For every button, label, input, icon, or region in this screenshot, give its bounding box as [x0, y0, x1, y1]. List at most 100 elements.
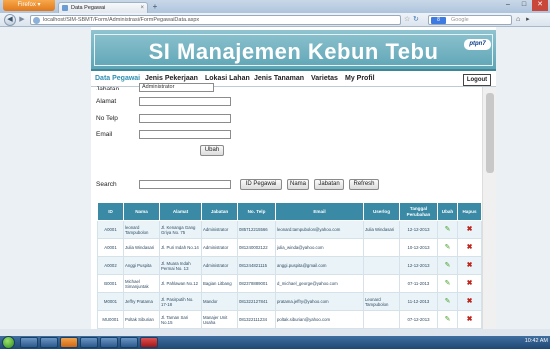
search-input[interactable] [139, 180, 231, 189]
maximize-icon[interactable]: □ [516, 0, 532, 11]
table-row[interactable]: A0001 Julia Windasari Jl. Puri Indah No.14… [97, 238, 482, 257]
delete-icon[interactable]: ✖ [467, 226, 473, 233]
search-by-name-button[interactable]: Nama [287, 179, 309, 190]
minimize-icon[interactable]: – [500, 0, 516, 11]
bookmark-star-icon[interactable]: ☆ [404, 15, 410, 23]
col-header-tanggal[interactable]: Tanggal Perubahan [399, 202, 438, 221]
delete-icon[interactable]: ✖ [467, 262, 473, 269]
cell-notelp: 081322111234 [237, 310, 276, 329]
alamat-input[interactable] [139, 97, 231, 106]
jabatan-select[interactable]: Administrator [139, 83, 214, 92]
cell-userlog: Leonard Tampubolon [363, 292, 400, 311]
col-header-alamat[interactable]: Alamat [159, 202, 202, 221]
scrollbar-thumb[interactable] [486, 93, 494, 173]
menu-jenis-pekerjaan[interactable]: Jenis Pekerjaan [145, 75, 198, 82]
cell-nama: leonard Tampubolon [123, 220, 160, 239]
tab-title: Data Pegawai [71, 5, 106, 11]
taskbar-app-icon[interactable] [100, 337, 118, 348]
edit-icon[interactable]: ✎ [445, 298, 451, 305]
cell-email: anggi.puspita@gmail.com [275, 256, 364, 275]
col-header-email[interactable]: Email [275, 202, 364, 221]
delete-icon[interactable]: ✖ [467, 316, 473, 323]
employee-table: ID Nama Alamat Jabatan No. Telp Email Us… [97, 202, 482, 347]
cell-tanggal: 07-12-2013 [399, 310, 438, 329]
page-background-right [496, 27, 550, 329]
cell-nama: Jeffry Pratama [123, 292, 160, 311]
address-bar[interactable]: localhost/SIM-SBMT/Form/Administrasi/For… [30, 15, 401, 25]
new-tab-button[interactable]: + [150, 3, 160, 12]
delete-icon[interactable]: ✖ [467, 298, 473, 305]
edit-icon[interactable]: ✎ [445, 316, 451, 323]
clock[interactable]: 10:42 AM [525, 338, 548, 344]
company-logo: ptpn7 [464, 39, 491, 50]
taskbar-explorer-icon[interactable] [20, 337, 38, 348]
back-icon[interactable]: ◀ [4, 14, 16, 26]
cell-tanggal: 10-12-2013 [399, 238, 438, 257]
cell-notelp: 085712215566 [237, 220, 276, 239]
taskbar-pdf-icon[interactable] [140, 337, 158, 348]
close-window-icon[interactable]: ✕ [532, 0, 548, 11]
search-by-id-button[interactable]: ID Pegawai [240, 179, 282, 190]
menu-data-pegawai[interactable]: Data Pegawai [95, 75, 140, 82]
edit-icon[interactable]: ✎ [445, 226, 451, 233]
search-box[interactable]: 8 Google [428, 15, 512, 25]
taskbar-media-icon[interactable] [40, 337, 58, 348]
reload-icon[interactable]: ↻ [413, 15, 419, 23]
edit-icon[interactable]: ✎ [445, 244, 451, 251]
cell-id: B0001 [97, 274, 124, 293]
search-by-jabatan-button[interactable]: Jabatan [314, 179, 344, 190]
site-identity-icon[interactable] [33, 17, 40, 24]
edit-icon[interactable]: ✎ [445, 262, 451, 269]
tab-data-pegawai[interactable]: Data Pegawai × [58, 2, 148, 13]
forward-icon[interactable]: ▶ [17, 15, 27, 25]
delete-cell: ✖ [457, 256, 482, 275]
cell-nama: Poltak Siburian [123, 310, 160, 329]
cell-notelp: 081244821115 [237, 256, 276, 275]
table-row[interactable]: MU0001 Poltak Siburian Jl. Taman Sari No.1… [97, 310, 482, 329]
cell-jabatan: Manajer Unit Usaha [201, 310, 238, 329]
delete-cell: ✖ [457, 274, 482, 293]
delete-icon[interactable]: ✖ [467, 244, 473, 251]
cell-nama: Julia Windasari [123, 238, 160, 257]
search-label: Search [96, 181, 117, 188]
table-row[interactable]: A0002 Anggi Puspita Jl. Muara Indah Permai… [97, 256, 482, 275]
col-header-id[interactable]: ID [97, 202, 124, 221]
cell-jabatan: Administrator [201, 220, 238, 239]
menu-jenis-tanaman[interactable]: Jenis Tanaman [254, 75, 304, 82]
cell-email: julia_winda@yahoo.com [275, 238, 364, 257]
col-header-notelp[interactable]: No. Telp [237, 202, 276, 221]
search-engine-icon[interactable]: 8 [431, 17, 446, 24]
refresh-button[interactable]: Refresh [349, 179, 379, 190]
cell-id: M0001 [97, 292, 124, 311]
table-row[interactable]: A0001 leonard Tampubolon Jl. Kenanga Gang … [97, 220, 482, 239]
taskbar-firefox-icon[interactable] [60, 337, 78, 348]
cell-email: poltak.siburian@yahoo.com [275, 310, 364, 329]
taskbar-app-icon[interactable] [80, 337, 98, 348]
menu-varietas[interactable]: Varietas [311, 75, 338, 82]
home-icon[interactable]: ⌂ ▸ [516, 15, 532, 23]
edit-icon[interactable]: ✎ [445, 280, 451, 287]
notelp-input[interactable] [139, 114, 231, 123]
edit-cell: ✎ [437, 256, 458, 275]
col-header-ubah: Ubah [437, 202, 458, 221]
taskbar-app-icon[interactable] [120, 337, 138, 348]
start-button[interactable] [2, 336, 15, 349]
cell-email: leonard.tampubolon@yahoo.com [275, 220, 364, 239]
cell-alamat: Jl. Pahlawan No.12 [159, 274, 202, 293]
ubah-button[interactable]: Ubah [200, 145, 224, 156]
firefox-menu-button[interactable]: Firefox ▾ [3, 0, 55, 11]
table-row[interactable]: M0001 Jeffry Pratama Jl. Pasirputih No. 17… [97, 292, 482, 311]
col-header-jabatan[interactable]: Jabatan [201, 202, 238, 221]
menu-lokasi-lahan[interactable]: Lokasi Lahan [205, 75, 250, 82]
email-input[interactable] [139, 130, 231, 139]
logout-button[interactable]: Logout [463, 74, 491, 86]
cell-jabatan: Bagian Litbang [201, 274, 238, 293]
delete-icon[interactable]: ✖ [467, 280, 473, 287]
menu-my-profil[interactable]: My Profil [345, 75, 375, 82]
col-header-nama[interactable]: Nama [123, 202, 160, 221]
cell-alamat: Jl. Puri Indah No.14 [159, 238, 202, 257]
col-header-userlog[interactable]: Userlog [363, 202, 400, 221]
vertical-scrollbar[interactable] [482, 87, 496, 329]
tab-close-icon[interactable]: × [140, 3, 144, 13]
table-row[interactable]: B0001 Michael Simanjuntak Jl. Pahlawan No.… [97, 274, 482, 293]
